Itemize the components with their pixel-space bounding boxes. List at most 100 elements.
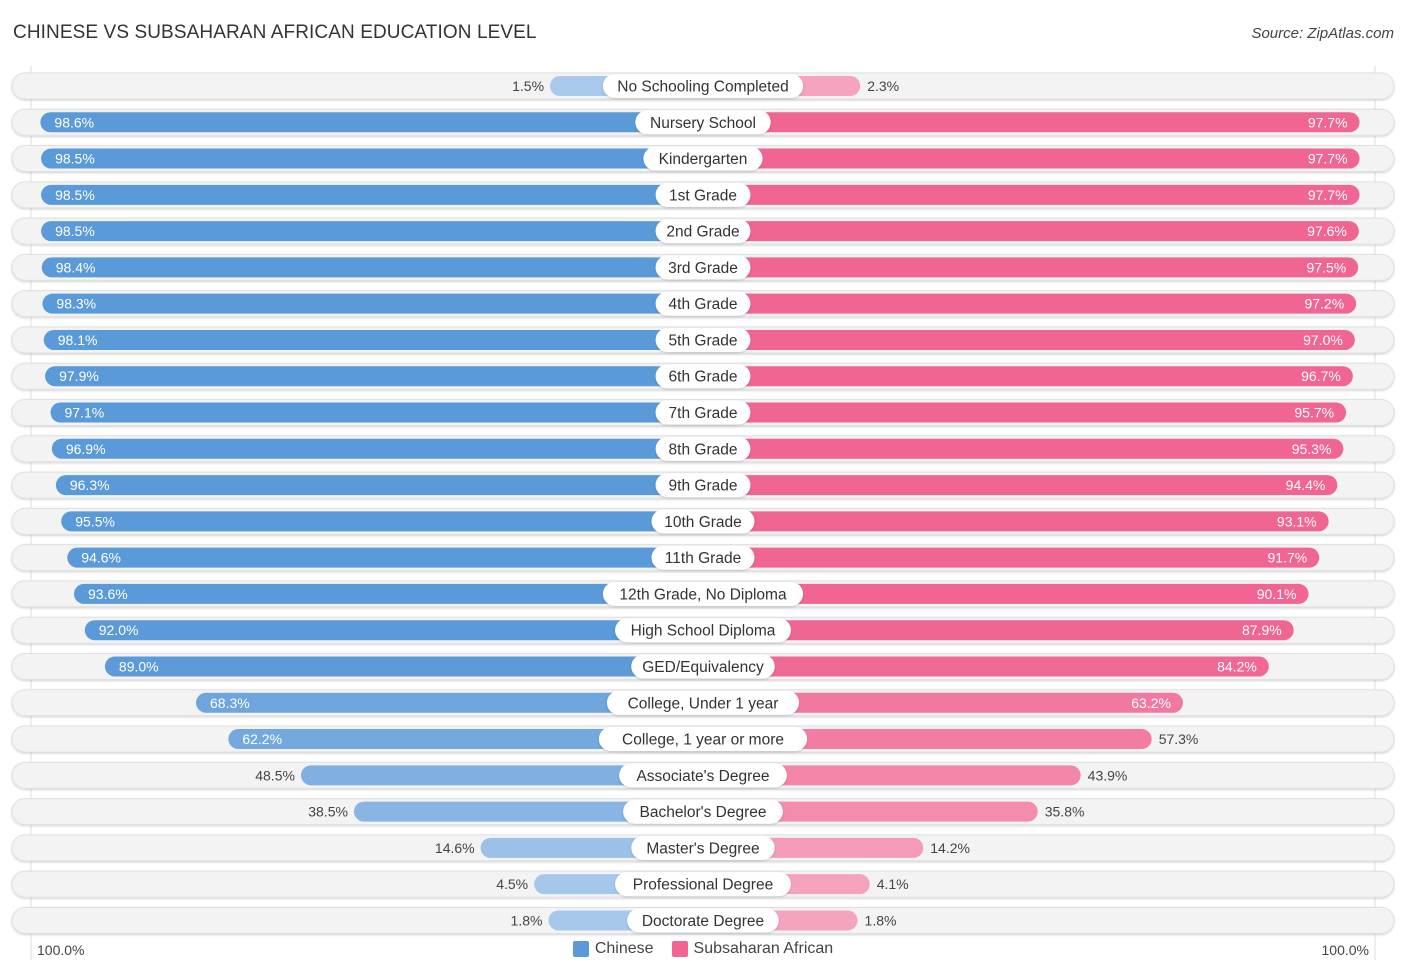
value-label-chinese: 4.5% — [496, 876, 528, 892]
bar-row: 1.8% 1.8% Doctorate Degree — [11, 906, 1395, 934]
bar-row: 98.5% 97.7% Kindergarten — [11, 145, 1395, 173]
category-label: Associate's Degree — [636, 768, 769, 785]
legend-label-chinese: Chinese — [594, 940, 654, 957]
bar-row: 92.0% 87.9% High School Diploma — [11, 616, 1395, 644]
bar-row: 48.5% 43.9% Associate's Degree — [11, 761, 1395, 789]
category-label: 10th Grade — [664, 514, 742, 531]
category-label: 11th Grade — [665, 550, 741, 567]
value-label-subsaharan: 63.2% — [1131, 695, 1171, 711]
legend-swatch-chinese — [572, 941, 589, 957]
bar-chinese — [84, 620, 703, 641]
bar-chinese — [61, 511, 704, 532]
value-label-subsaharan: 97.7% — [1308, 114, 1348, 130]
value-label-subsaharan: 97.5% — [1306, 259, 1346, 275]
value-label-subsaharan: 4.1% — [877, 876, 909, 892]
value-label-subsaharan: 97.0% — [1303, 332, 1343, 348]
value-label-chinese: 14.6% — [435, 840, 475, 856]
category-label: 8th Grade — [669, 441, 738, 458]
legend-swatch-subsaharan — [671, 941, 688, 957]
bar-chinese — [41, 221, 703, 242]
bar-chinese — [41, 184, 703, 205]
value-label-subsaharan: 96.7% — [1301, 368, 1341, 384]
bar-subsaharan — [703, 329, 1355, 350]
bar-subsaharan — [703, 475, 1338, 496]
bar-row: 98.5% 97.7% 1st Grade — [11, 181, 1395, 209]
bar-subsaharan — [703, 366, 1353, 387]
legend-item-subsaharan[interactable]: Subsaharan African — [671, 940, 834, 958]
category-label: 6th Grade — [669, 369, 738, 386]
value-label-subsaharan: 97.2% — [1304, 296, 1344, 312]
value-label-chinese: 98.5% — [55, 187, 95, 203]
value-label-subsaharan: 95.3% — [1292, 441, 1332, 457]
value-label-subsaharan: 87.9% — [1242, 622, 1282, 638]
value-label-chinese: 96.9% — [66, 441, 106, 457]
category-label: 4th Grade — [669, 296, 738, 313]
bar-chinese — [45, 366, 703, 387]
bar-row: 4.5% 4.1% Professional Degree — [11, 870, 1395, 898]
value-label-subsaharan: 2.3% — [867, 78, 899, 94]
bar-chinese — [50, 402, 704, 423]
bar-subsaharan — [703, 547, 1320, 568]
bar-row: 68.3% 63.2% College, Under 1 year — [11, 689, 1395, 717]
bar-row: 95.5% 93.1% 10th Grade — [11, 507, 1395, 535]
bar-row: 98.5% 97.6% 2nd Grade — [11, 217, 1395, 245]
value-label-subsaharan: 43.9% — [1088, 767, 1128, 783]
chart-svg: 1.5% 2.3% No Schooling Completed 98.6% 97.7%… — [11, 66, 1395, 960]
category-label: Doctorate Degree — [642, 913, 764, 930]
bar-row: 97.9% 96.7% 6th Grade — [11, 362, 1395, 390]
bar-subsaharan — [703, 257, 1359, 278]
category-label: High School Diploma — [631, 623, 776, 640]
value-label-chinese: 93.6% — [88, 586, 128, 602]
value-label-chinese: 98.5% — [55, 223, 95, 239]
value-label-subsaharan: 94.4% — [1286, 477, 1326, 493]
category-label: 5th Grade — [669, 332, 738, 349]
bar-chinese — [41, 257, 703, 278]
bar-subsaharan — [703, 438, 1344, 459]
value-label-chinese: 97.1% — [64, 405, 104, 421]
bar-row: 96.9% 95.3% 8th Grade — [11, 435, 1395, 463]
bar-row: 62.2% 57.3% College, 1 year or more — [11, 725, 1395, 753]
bar-row: 89.0% 84.2% GED/Equivalency — [11, 652, 1395, 680]
category-label: No Schooling Completed — [617, 79, 788, 96]
value-label-chinese: 48.5% — [255, 767, 295, 783]
value-label-subsaharan: 90.1% — [1257, 586, 1297, 602]
bar-chinese — [41, 148, 703, 169]
value-label-subsaharan: 97.7% — [1308, 187, 1348, 203]
legend-item-chinese[interactable]: Chinese — [572, 940, 654, 958]
bar-row: 93.6% 90.1% 12th Grade, No Diploma — [11, 580, 1395, 608]
bar-row: 97.1% 95.7% 7th Grade — [11, 399, 1395, 427]
bar-chinese — [104, 656, 704, 677]
value-label-subsaharan: 97.7% — [1308, 151, 1348, 167]
category-label: College, Under 1 year — [628, 695, 779, 712]
bar-chinese — [55, 475, 703, 496]
category-label: Bachelor's Degree — [639, 804, 766, 821]
bar-row: 94.6% 91.7% 11th Grade — [11, 544, 1395, 572]
value-label-subsaharan: 57.3% — [1159, 731, 1199, 747]
category-label: Master's Degree — [646, 840, 759, 857]
bar-row: 14.6% 14.2% Master's Degree — [11, 834, 1395, 862]
legend-label-subsaharan: Subsaharan African — [693, 940, 834, 957]
bar-chinese — [42, 293, 703, 314]
category-label: 9th Grade — [669, 478, 738, 495]
value-label-subsaharan: 1.8% — [865, 912, 897, 928]
value-label-chinese: 95.5% — [75, 513, 115, 529]
value-label-subsaharan: 91.7% — [1268, 550, 1308, 566]
legend: Chinese Subsaharan African — [0, 940, 1406, 958]
value-label-chinese: 68.3% — [210, 695, 250, 711]
value-label-chinese: 98.3% — [56, 296, 96, 312]
value-label-subsaharan: 84.2% — [1217, 658, 1257, 674]
category-label: 1st Grade — [669, 187, 737, 204]
value-label-chinese: 94.6% — [81, 550, 121, 566]
bar-row: 96.3% 94.4% 9th Grade — [11, 471, 1395, 499]
category-label: Professional Degree — [633, 877, 773, 894]
bar-chinese — [67, 547, 703, 568]
bar-chinese — [43, 329, 703, 350]
value-label-chinese: 89.0% — [119, 658, 159, 674]
category-label: 7th Grade — [669, 405, 738, 422]
bar-row: 38.5% 35.8% Bachelor's Degree — [11, 798, 1395, 826]
value-label-chinese: 1.5% — [512, 78, 544, 94]
category-label: 3rd Grade — [668, 260, 738, 277]
bar-subsaharan — [703, 511, 1329, 532]
bar-row: 98.1% 97.0% 5th Grade — [11, 326, 1395, 354]
bar-row: 98.4% 97.5% 3rd Grade — [11, 253, 1395, 281]
